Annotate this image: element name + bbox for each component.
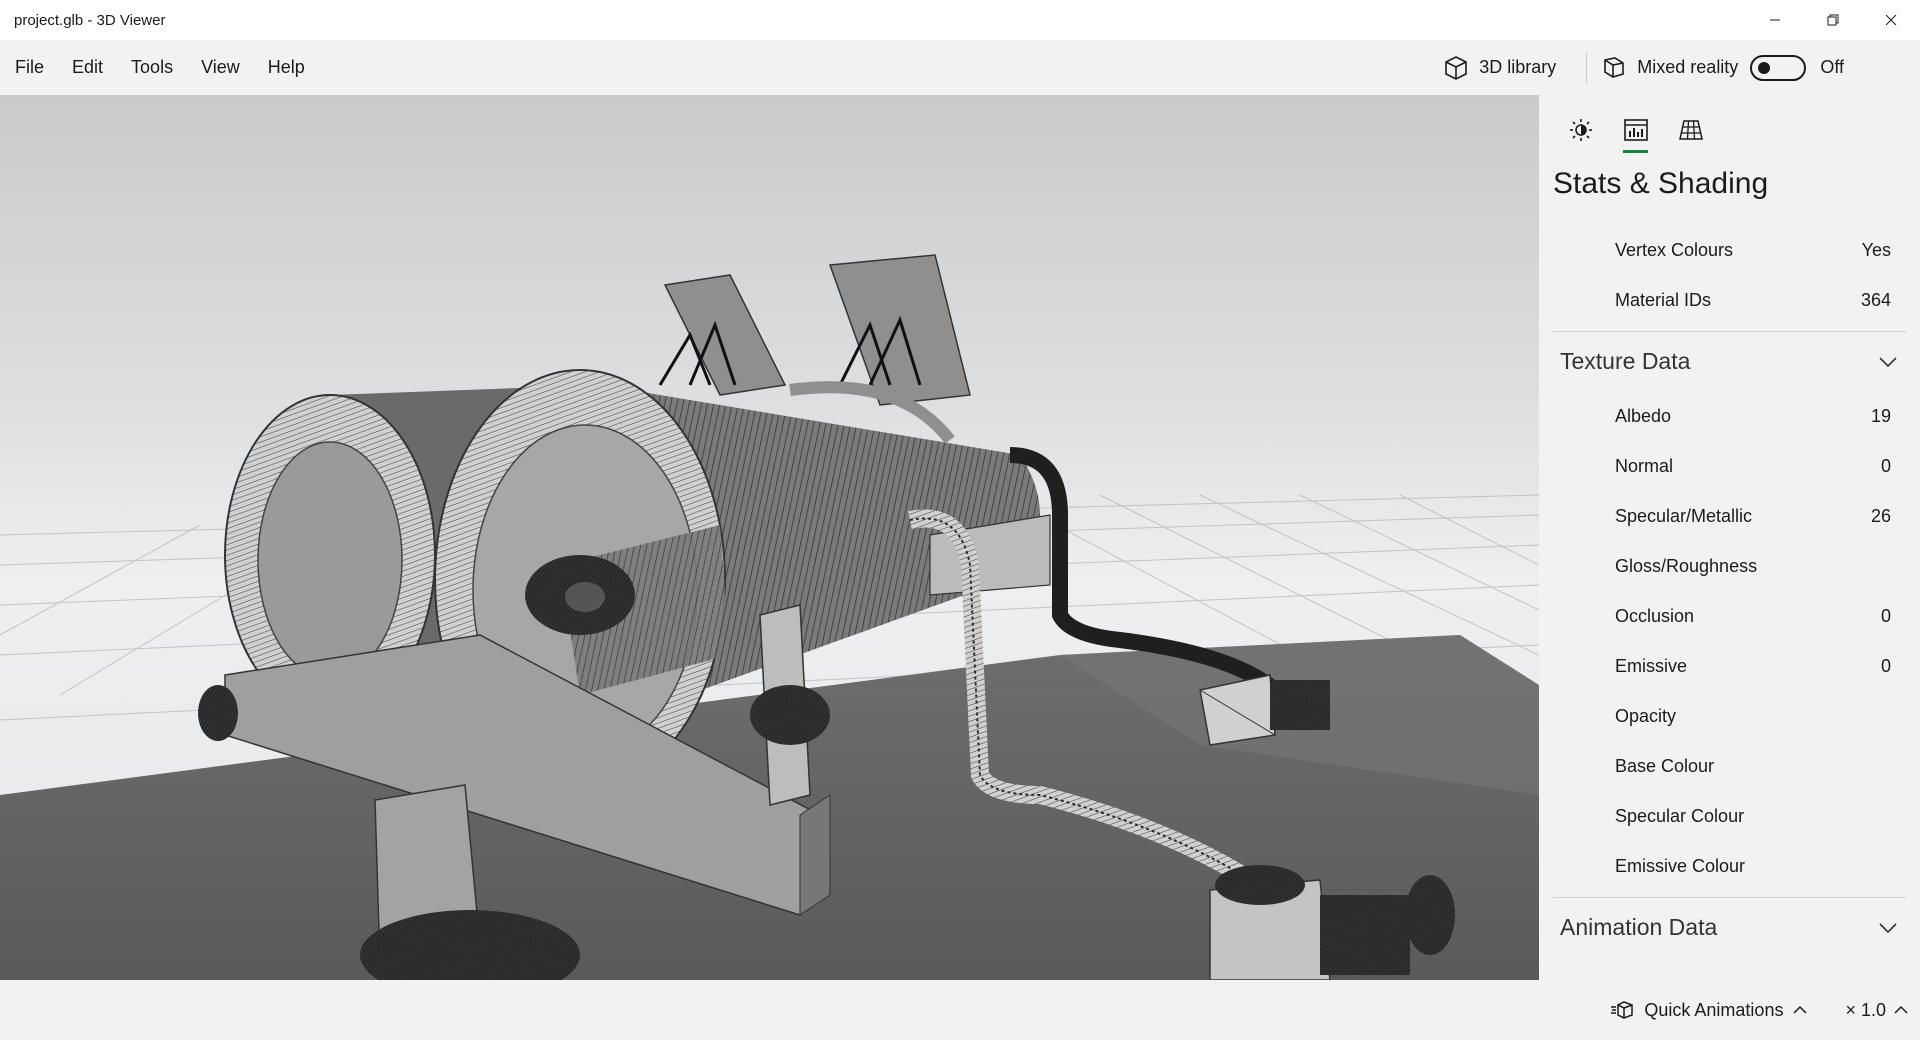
stat-row: Emissive Colour — [1539, 841, 1920, 891]
stat-row: Vertex Colours Yes — [1539, 225, 1920, 275]
stat-label: Gloss/Roughness — [1615, 555, 1758, 576]
close-icon — [1885, 14, 1897, 26]
stats-panel: Stats & Shading Vertex Colours Yes Mater… — [1539, 95, 1920, 980]
stat-label: Occlusion — [1615, 605, 1695, 626]
quick-animations-button[interactable]: Quick Animations — [1610, 999, 1817, 1021]
model-render — [0, 254, 1539, 980]
stats-icon — [1623, 119, 1648, 141]
stat-row: Specular/Metallic 26 — [1539, 491, 1920, 541]
window-controls — [1746, 0, 1920, 40]
tab-lighting[interactable] — [1553, 109, 1608, 151]
3d-library-label: 3D library — [1479, 57, 1557, 77]
title-bar: project.glb - 3D Viewer — [0, 0, 1920, 40]
status-bar: Quick Animations × 1.0 — [0, 980, 1920, 1040]
texture-data-section[interactable]: Texture Data — [1553, 331, 1906, 391]
animation-data-section[interactable]: Animation Data — [1553, 897, 1906, 957]
mixed-reality-toggle[interactable] — [1750, 54, 1807, 81]
stat-row: Normal 0 — [1539, 441, 1920, 491]
restore-button[interactable] — [1804, 0, 1862, 40]
stat-row: Albedo 19 — [1539, 391, 1920, 441]
minimize-button[interactable] — [1746, 0, 1804, 40]
stat-value: 19 — [1870, 405, 1891, 426]
texture-data-title: Texture Data — [1560, 348, 1691, 374]
stat-value: 0 — [1880, 655, 1891, 676]
close-button[interactable] — [1862, 0, 1920, 40]
menu-tools[interactable]: Tools — [117, 40, 187, 95]
menu-edit[interactable]: Edit — [58, 40, 117, 95]
stat-label: Emissive Colour — [1615, 855, 1746, 876]
minimize-icon — [1770, 19, 1780, 21]
stat-label: Vertex Colours — [1615, 239, 1734, 260]
menubar-actions: 3D library Mixed reality Off — [1431, 40, 1920, 95]
3d-viewport[interactable] — [0, 95, 1539, 980]
stat-label: Opacity — [1615, 705, 1677, 726]
mixed-reality-label: Mixed reality — [1637, 57, 1739, 77]
mixed-reality-icon — [1604, 56, 1625, 78]
stat-value: 364 — [1860, 289, 1891, 310]
stat-label: Material IDs — [1615, 289, 1712, 310]
tab-grid[interactable] — [1663, 109, 1718, 151]
window-title: project.glb - 3D Viewer — [14, 11, 166, 29]
playback-speed-label: × 1.0 — [1845, 999, 1886, 1020]
chevron-up-icon — [1793, 1005, 1807, 1014]
tab-stats[interactable] — [1608, 109, 1663, 153]
stat-label: Emissive — [1615, 655, 1688, 676]
stat-value: 26 — [1870, 505, 1891, 526]
chevron-up-icon — [1894, 1005, 1908, 1014]
stat-value: Yes — [1861, 239, 1891, 260]
toggle-knob — [1758, 61, 1771, 74]
stat-row: Base Colour — [1539, 741, 1920, 791]
mixed-reality-state: Off — [1820, 57, 1844, 77]
menu-help[interactable]: Help — [254, 40, 319, 95]
chevron-down-icon — [1879, 356, 1897, 367]
stat-label: Specular Colour — [1615, 805, 1745, 826]
chevron-down-icon — [1879, 922, 1897, 933]
stat-label: Normal — [1615, 455, 1674, 476]
stat-value: 0 — [1880, 455, 1891, 476]
stat-row: Opacity — [1539, 691, 1920, 741]
stat-label: Specular/Metallic — [1615, 505, 1753, 526]
stat-row: Emissive 0 — [1539, 641, 1920, 691]
panel-title: Stats & Shading — [1553, 167, 1769, 200]
stats-list: Vertex Colours Yes Material IDs 364 Text… — [1539, 225, 1920, 957]
stat-row: Occlusion 0 — [1539, 591, 1920, 641]
panel-tabs — [1553, 109, 1718, 153]
3d-library-button[interactable]: 3D library — [1431, 48, 1568, 88]
mixed-reality-control: Mixed reality Off — [1601, 54, 1920, 81]
cube-icon — [1445, 55, 1468, 80]
menu-bar: File Edit Tools View Help 3D library Mix… — [0, 40, 1920, 95]
stat-row: Gloss/Roughness — [1539, 541, 1920, 591]
app-window: project.glb - 3D Viewer File Edit Tools … — [0, 0, 1920, 1040]
stat-label: Base Colour — [1615, 755, 1715, 776]
menu-file[interactable]: File — [0, 40, 58, 95]
stat-row: Material IDs 364 — [1539, 275, 1920, 325]
menubar-divider — [1586, 52, 1588, 83]
quick-animations-label: Quick Animations — [1644, 999, 1784, 1020]
stat-label: Albedo — [1615, 405, 1672, 426]
grid-icon — [1678, 120, 1703, 140]
animation-data-title: Animation Data — [1560, 914, 1718, 940]
restore-icon — [1827, 14, 1839, 26]
lighting-icon — [1569, 119, 1592, 141]
menu-view[interactable]: View — [187, 40, 254, 95]
stat-value: 0 — [1880, 605, 1891, 626]
stat-row: Specular Colour — [1539, 791, 1920, 841]
playback-speed-button[interactable]: × 1.0 — [1845, 1000, 1908, 1021]
animation-cube-icon — [1611, 1001, 1634, 1019]
